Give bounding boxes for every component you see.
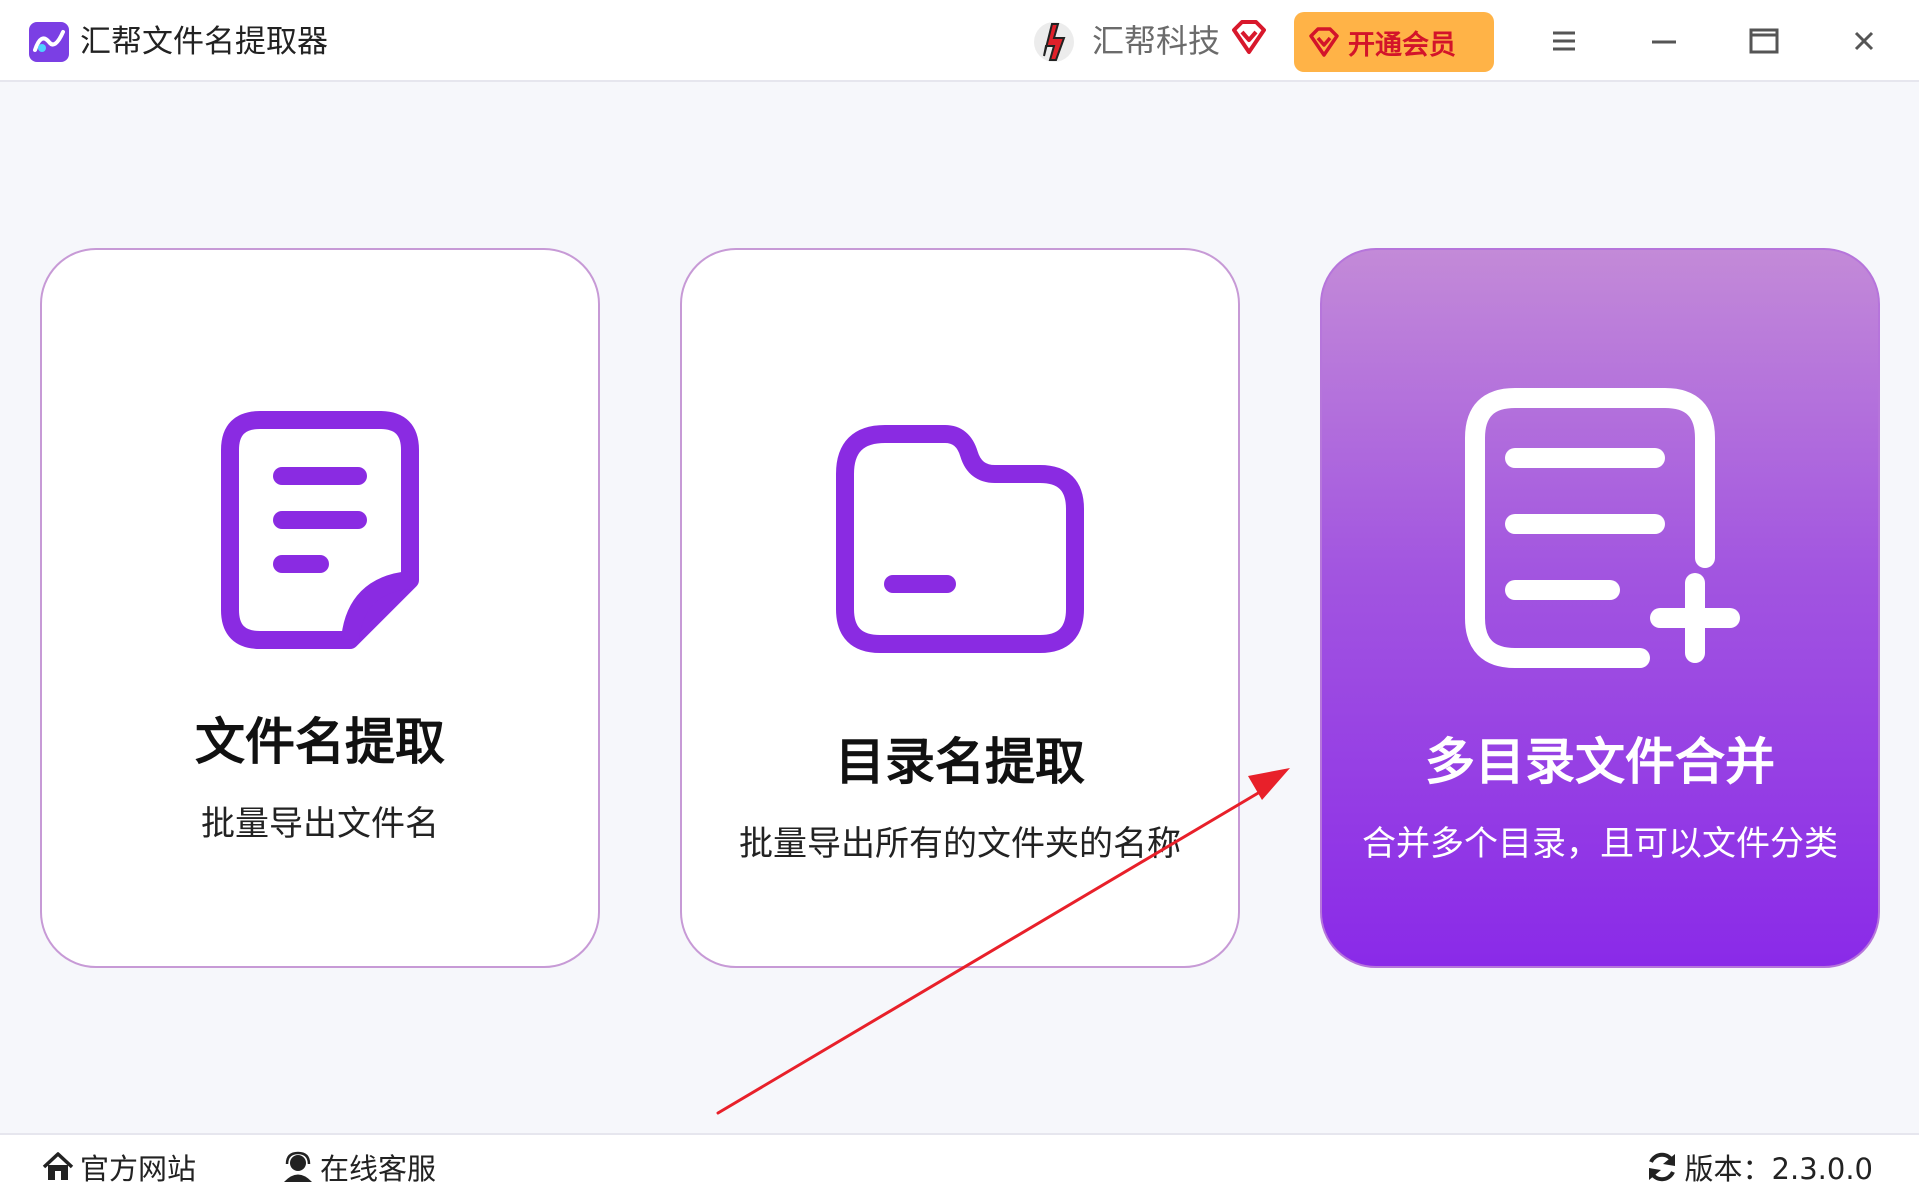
online-support-link[interactable]: 在线客服: [280, 1145, 436, 1189]
brand-logo-icon: [1034, 22, 1074, 62]
dir-name-extract-card[interactable]: 目录名提取 批量导出所有的文件夹的名称: [680, 248, 1240, 968]
version-info: 版本：2.3.0.0: [1645, 1145, 1873, 1189]
headset-icon: [284, 1151, 312, 1182]
close-button[interactable]: [1839, 16, 1889, 66]
online-support-label: 在线客服: [320, 1152, 437, 1186]
title-bar: 汇帮文件名提取器 汇帮科技 开通会员: [0, 0, 1919, 82]
multi-dir-merge-card[interactable]: 多目录文件合并 合并多个目录，且可以文件分类: [1320, 248, 1880, 968]
version-label: 版本：2.3.0.0: [1684, 1152, 1873, 1186]
file-name-extract-card[interactable]: 文件名提取 批量导出文件名: [40, 248, 600, 968]
brand-name: 汇帮科技: [1092, 22, 1221, 60]
folder-icon: [836, 425, 1084, 653]
home-icon: [42, 1152, 74, 1180]
vip-upgrade-button[interactable]: 开通会员: [1294, 12, 1494, 72]
vip-diamond-icon: [1309, 27, 1339, 57]
card-title: 目录名提取: [835, 733, 1085, 791]
official-website-label: 官方网站: [80, 1152, 197, 1186]
card-title: 多目录文件合并: [1425, 733, 1775, 791]
menu-button[interactable]: [1539, 16, 1589, 66]
menu-icon: [1553, 31, 1575, 51]
minimize-button[interactable]: [1639, 16, 1689, 66]
list-add-icon: [1465, 388, 1740, 668]
document-icon: [221, 411, 419, 649]
app-logo-icon: [29, 22, 69, 62]
vip-diamond-icon[interactable]: [1230, 18, 1268, 56]
card-description: 合并多个目录，且可以文件分类: [1362, 824, 1838, 864]
maximize-button[interactable]: [1739, 16, 1789, 66]
card-description: 批量导出文件名: [201, 804, 439, 844]
app-title: 汇帮文件名提取器: [80, 24, 328, 60]
close-icon: [1854, 31, 1874, 51]
vip-upgrade-label: 开通会员: [1348, 29, 1456, 61]
official-website-link[interactable]: 官方网站: [40, 1145, 196, 1189]
card-title: 文件名提取: [195, 713, 445, 771]
maximize-icon: [1749, 28, 1779, 54]
minimize-icon: [1652, 40, 1676, 44]
card-description: 批量导出所有的文件夹的名称: [739, 824, 1181, 864]
footer-bar: 官方网站 在线客服 版本：2.3.0.0: [0, 1133, 1919, 1199]
refresh-icon: [1648, 1152, 1675, 1182]
